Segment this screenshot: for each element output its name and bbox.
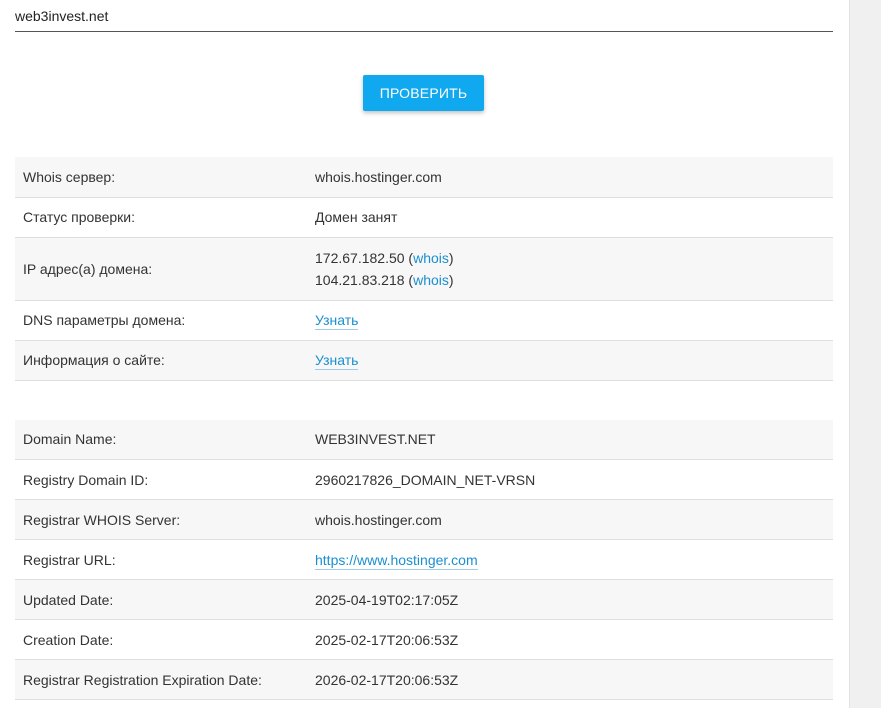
table-row: Информация о сайте: Узнать (15, 340, 833, 381)
ip-address: 104.21.83.218 (315, 271, 405, 288)
updated-date-value: 2025-04-19T02:17:05Z (315, 579, 833, 620)
whois-page: ПРОВЕРИТЬ Whois сервер: whois.hostinger.… (0, 0, 881, 708)
paren-close: ) (448, 249, 454, 266)
table-row: Registrar URL: https://www.hostinger.com (15, 539, 833, 580)
ip-whois-link[interactable]: whois (413, 250, 449, 266)
table-row: Domain Name: WEB3INVEST.NET (15, 419, 833, 460)
row-label: Registrar Registration Expiration Date: (15, 659, 315, 700)
registrar-url-cell: https://www.hostinger.com (315, 539, 833, 580)
summary-table: Whois сервер: whois.hostinger.com Статус… (15, 157, 833, 381)
row-label: Registry Domain ID: (15, 459, 315, 500)
registrar-whois-server-value: whois.hostinger.com (315, 499, 833, 540)
table-row: Creation Date: 2025-02-17T20:06:53Z (15, 619, 833, 660)
row-label: Updated Date: (15, 579, 315, 620)
table-row: Whois сервер: whois.hostinger.com (15, 157, 833, 198)
table-row: Registrar WHOIS Server: whois.hostinger.… (15, 499, 833, 540)
creation-date-value: 2025-02-17T20:06:53Z (315, 619, 833, 660)
ip-whois-link[interactable]: whois (413, 272, 449, 288)
table-row: Registry Domain ID: 2960217826_DOMAIN_NE… (15, 459, 833, 500)
dns-params-link[interactable]: Узнать (315, 312, 359, 330)
table-row: Updated Date: 2025-04-19T02:17:05Z (15, 579, 833, 620)
ip-line: 104.21.83.218 (whois) (315, 269, 833, 291)
row-label: Domain Name: (15, 419, 315, 460)
expiration-date-value: 2026-02-17T20:06:53Z (315, 659, 833, 700)
site-info-cell: Узнать (315, 340, 833, 381)
whois-server-value: whois.hostinger.com (315, 157, 833, 198)
paren-close: ) (448, 271, 454, 288)
check-button[interactable]: ПРОВЕРИТЬ (363, 75, 484, 111)
right-gutter (849, 0, 881, 708)
paren-open: ( (404, 249, 414, 266)
site-info-link[interactable]: Узнать (315, 352, 359, 370)
button-row: ПРОВЕРИТЬ (15, 32, 833, 157)
row-label: Creation Date: (15, 619, 315, 660)
check-status-value: Домен занят (315, 197, 833, 238)
table-row: DNS параметры домена: Узнать (15, 300, 833, 341)
registrar-url-link[interactable]: https://www.hostinger.com (315, 551, 478, 570)
main-content: ПРОВЕРИТЬ Whois сервер: whois.hostinger.… (15, 0, 833, 700)
table-row: IP адрес(а) домена: 172.67.182.50 (whois… (15, 237, 833, 301)
row-label: Информация о сайте: (15, 340, 315, 381)
ip-line: 172.67.182.50 (whois) (315, 247, 833, 269)
registry-domain-id-value: 2960217826_DOMAIN_NET-VRSN (315, 459, 833, 500)
row-label: Статус проверки: (15, 197, 315, 238)
table-row: Registrar Registration Expiration Date: … (15, 659, 833, 700)
domain-name-value: WEB3INVEST.NET (315, 419, 833, 460)
table-row: Статус проверки: Домен занят (15, 197, 833, 238)
ip-address: 172.67.182.50 (315, 249, 405, 266)
paren-open: ( (404, 271, 414, 288)
row-label: DNS параметры домена: (15, 300, 315, 341)
row-label: IP адрес(а) домена: (15, 237, 315, 301)
row-label: Registrar URL: (15, 539, 315, 580)
whois-table: Domain Name: WEB3INVEST.NET Registry Dom… (15, 419, 833, 700)
row-label: Registrar WHOIS Server: (15, 499, 315, 540)
ip-addresses-value: 172.67.182.50 (whois) 104.21.83.218 (who… (315, 237, 833, 301)
row-label: Whois сервер: (15, 157, 315, 198)
domain-input[interactable] (15, 0, 833, 32)
dns-params-cell: Узнать (315, 300, 833, 341)
